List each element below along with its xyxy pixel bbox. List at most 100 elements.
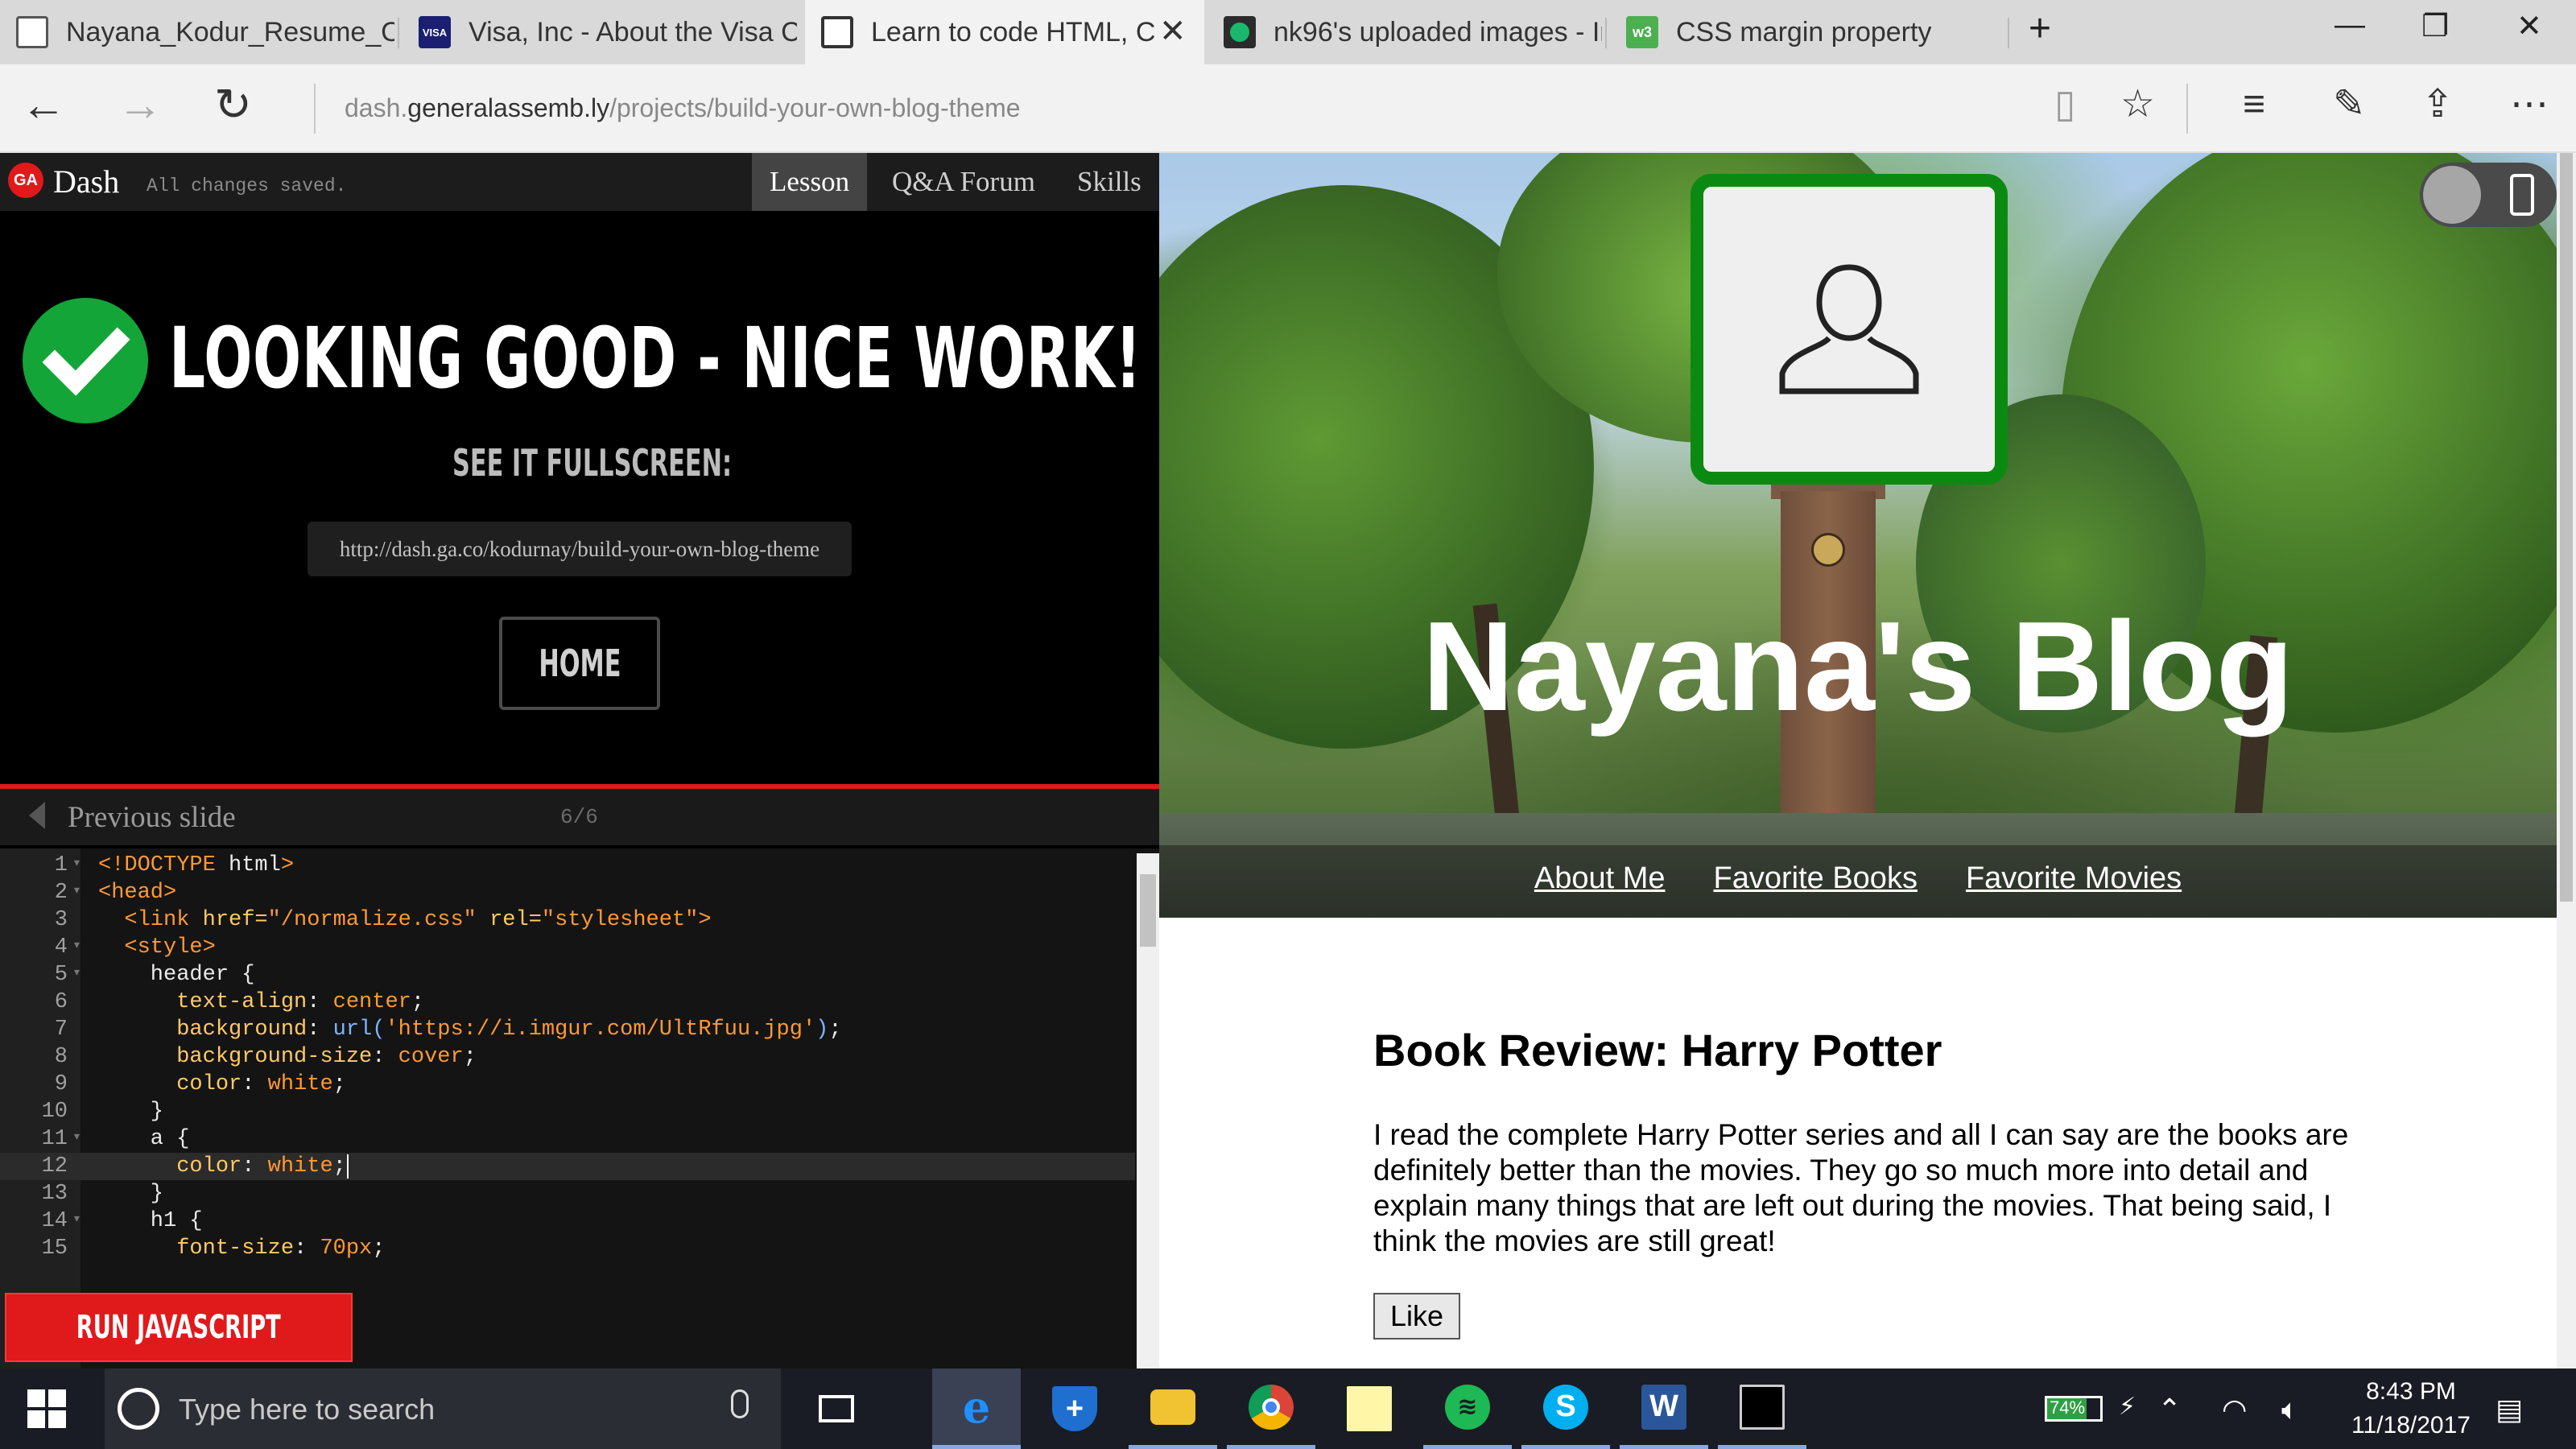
cortana-icon[interactable] — [118, 1388, 159, 1430]
windows-start-icon[interactable] — [27, 1389, 66, 1428]
like-button[interactable]: Like — [1373, 1293, 1460, 1340]
code-token: white — [267, 1154, 333, 1179]
restore-icon[interactable]: ❐ — [2421, 8, 2449, 44]
fullscreen-url[interactable]: http://dash.ga.co/kodurnay/build-your-ow… — [308, 522, 852, 576]
nav-favorite-movies[interactable]: Favorite Movies — [1966, 861, 2182, 896]
line-number: 1 — [54, 853, 68, 877]
device-toggle[interactable] — [2420, 163, 2557, 227]
code-line[interactable]: 8 background-size: cover; — [0, 1043, 1135, 1071]
chevron-left-icon[interactable] — [29, 802, 45, 829]
close-window-icon[interactable]: ✕ — [2516, 8, 2542, 44]
battery-percent: 74% — [2050, 1397, 2086, 1418]
new-tab-icon[interactable]: + — [2029, 6, 2051, 51]
code-token: a { — [98, 1127, 190, 1151]
back-icon[interactable]: ← — [21, 82, 66, 127]
code-line[interactable]: 9 color: white; — [0, 1071, 1135, 1098]
code-line[interactable]: 12 color: white; — [0, 1153, 1135, 1180]
taskbar-terminal[interactable] — [1718, 1368, 1806, 1449]
taskbar-skype[interactable]: S — [1521, 1368, 1610, 1449]
shield-icon: + — [1052, 1386, 1097, 1431]
code-token: white — [267, 1072, 333, 1096]
code-line[interactable]: 7 background: url('https://i.imgur.com/U… — [0, 1016, 1135, 1043]
fold-arrow-icon[interactable]: ▾ — [72, 877, 81, 905]
document-icon — [16, 16, 48, 48]
tab-learn-to-code[interactable]: Learn to code HTML, CS — [805, 0, 1204, 64]
dash-brand[interactable]: Dash — [53, 163, 119, 200]
code-line[interactable]: 2 ▾ <head> — [0, 879, 1135, 906]
address-separator — [2186, 84, 2188, 134]
microphone-icon[interactable] — [731, 1389, 749, 1418]
code-line[interactable]: 14 ▾ h1 { — [0, 1208, 1135, 1235]
taskbar-defender[interactable]: + — [1030, 1368, 1119, 1449]
close-tab-icon[interactable]: ✕ — [1159, 13, 1187, 50]
fold-arrow-icon[interactable]: ▾ — [72, 960, 81, 987]
code-line[interactable]: 3 <link href="/normalize.css" rel="style… — [0, 906, 1135, 934]
taskbar-spotify[interactable]: ≋ — [1423, 1368, 1512, 1449]
fold-arrow-icon[interactable]: ▾ — [72, 932, 81, 960]
clock-time[interactable]: 8:43 PM — [2351, 1378, 2471, 1406]
tab-visa[interactable]: VISA Visa, Inc - About the Visa Co — [402, 0, 797, 64]
nav-about-me[interactable]: About Me — [1534, 861, 1666, 896]
taskbar-search[interactable]: Type here to search — [105, 1368, 781, 1449]
code-token: > — [698, 908, 712, 932]
fold-arrow-icon[interactable]: ▾ — [72, 850, 81, 877]
code-text: } — [98, 1180, 163, 1208]
fold-arrow-icon[interactable]: ▾ — [72, 1124, 81, 1151]
code-token: : — [307, 990, 333, 1014]
wifi-icon[interactable]: ◠ — [2222, 1393, 2247, 1426]
more-icon[interactable]: ⋯ — [2510, 85, 2549, 124]
taskbar-file-explorer[interactable] — [1129, 1368, 1217, 1449]
reading-view-icon[interactable]: ▯ — [2054, 85, 2075, 124]
task-view-icon[interactable] — [792, 1368, 881, 1449]
code-token: text-align — [176, 990, 308, 1014]
share-icon[interactable]: ⇪ — [2421, 85, 2454, 124]
fold-arrow-icon[interactable]: ▾ — [72, 1206, 81, 1233]
notification-center-icon[interactable]: ▤ — [2496, 1393, 2523, 1426]
preview-scrollbar-thumb[interactable] — [2560, 153, 2573, 902]
code-token: : — [242, 1154, 268, 1179]
code-line[interactable]: 1 ▾ <!DOCTYPE html> — [0, 852, 1135, 879]
code-token: ; — [332, 1154, 346, 1179]
code-token: <!DOCTYPE — [98, 853, 229, 877]
forward-icon[interactable]: → — [118, 82, 163, 127]
ga-logo[interactable]: GA — [8, 163, 43, 198]
address-bar: ← → ↻ dash.generalassemb.ly/projects/bui… — [0, 64, 2576, 153]
run-javascript-button[interactable]: RUN JAVASCRIPT — [5, 1293, 353, 1362]
tab-lesson[interactable]: Lesson — [752, 153, 868, 211]
tab-css-margin[interactable]: w3 CSS margin property — [1610, 0, 2004, 64]
code-line[interactable]: 4 ▾ <style> — [0, 934, 1135, 961]
post-title: Book Review: Harry Potter — [1373, 1025, 1942, 1075]
chevron-up-icon[interactable]: ⌃ — [2157, 1393, 2182, 1426]
code-token: } — [98, 1182, 164, 1206]
nav-favorite-books[interactable]: Favorite Books — [1714, 861, 1918, 896]
volume-icon[interactable]: 🔈︎ — [2281, 1393, 2299, 1427]
code-token: ) — [815, 1018, 829, 1042]
tab-skills[interactable]: Skills — [1059, 153, 1159, 211]
tab-uploaded-images[interactable]: nk96's uploaded images - Ir — [1208, 0, 1602, 64]
code-line[interactable]: 15 font-size: 70px; — [0, 1235, 1135, 1262]
url-field[interactable]: dash.generalassemb.ly/projects/build-you… — [345, 93, 1021, 123]
tab-qa-forum[interactable]: Q&A Forum — [874, 153, 1053, 211]
code-line[interactable]: 5 ▾ header { — [0, 961, 1135, 989]
minimize-icon[interactable]: — — [2334, 8, 2365, 43]
taskbar-edge[interactable]: e — [932, 1368, 1021, 1449]
code-line[interactable]: 13 } — [0, 1180, 1135, 1208]
hub-icon[interactable]: ≡ — [2243, 85, 2265, 124]
refresh-icon[interactable]: ↻ — [214, 82, 252, 127]
code-line[interactable]: 11 ▾ a { — [0, 1125, 1135, 1153]
previous-slide-link[interactable]: Previous slide — [68, 800, 236, 835]
code-line[interactable]: 10 } — [0, 1098, 1135, 1125]
taskbar-sticky-notes[interactable] — [1325, 1368, 1414, 1449]
code-line[interactable]: 6 text-align: center; — [0, 989, 1135, 1016]
code-token: > — [280, 853, 295, 877]
editor-scrollbar-thumb[interactable] — [1140, 874, 1156, 947]
web-note-icon[interactable]: ✎ — [2333, 85, 2365, 124]
taskbar-word[interactable]: W — [1620, 1368, 1708, 1449]
taskbar-chrome[interactable] — [1227, 1368, 1315, 1449]
favorite-star-icon[interactable]: ☆ — [2120, 85, 2155, 124]
home-button[interactable]: HOME — [499, 617, 660, 710]
url-domain: generalassemb.ly — [407, 93, 610, 122]
clock-date[interactable]: 11/18/2017 — [2334, 1412, 2487, 1439]
tab-resume[interactable]: Nayana_Kodur_Resume_Oct — [0, 0, 394, 64]
